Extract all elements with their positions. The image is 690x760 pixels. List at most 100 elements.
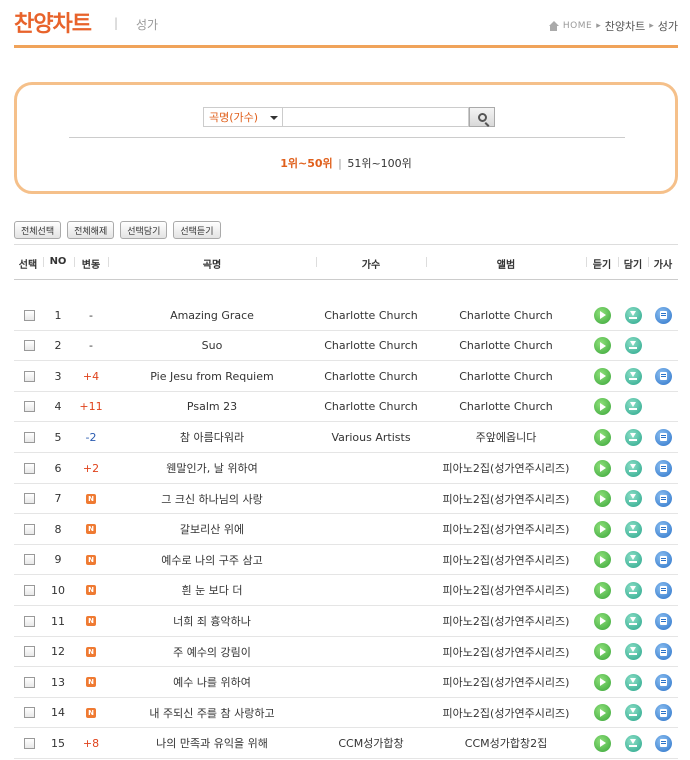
row-album[interactable]: Charlotte Church xyxy=(428,392,584,422)
download-icon[interactable] xyxy=(624,734,642,752)
row-title[interactable]: 참 아름다워라 xyxy=(110,422,314,452)
download-icon[interactable] xyxy=(624,673,642,691)
row-album[interactable]: CCM성가합창2집 xyxy=(428,728,584,758)
download-icon[interactable] xyxy=(624,704,642,722)
play-icon[interactable] xyxy=(593,734,611,752)
row-title[interactable]: 나의 만족과 유익을 위해 xyxy=(110,728,314,758)
row-album[interactable]: Charlotte Church xyxy=(428,331,584,361)
download-icon[interactable] xyxy=(624,581,642,599)
row-checkbox[interactable] xyxy=(23,401,35,413)
row-checkbox[interactable] xyxy=(23,615,35,627)
row-album[interactable]: 피아노2집(성가연주시리즈) xyxy=(428,667,584,697)
row-artist[interactable]: Charlotte Church xyxy=(318,331,424,361)
tab-rank-51-100[interactable]: 51위~100위 xyxy=(347,157,411,170)
download-icon[interactable] xyxy=(624,551,642,569)
play-icon[interactable] xyxy=(593,337,611,355)
row-artist[interactable]: CCM성가합창 xyxy=(318,728,424,758)
download-icon[interactable] xyxy=(624,398,642,416)
row-artist[interactable]: Charlotte Church xyxy=(318,300,424,330)
row-artist[interactable]: Various Artists xyxy=(318,422,424,452)
row-checkbox[interactable] xyxy=(23,309,35,321)
row-checkbox[interactable] xyxy=(23,340,35,352)
lyrics-icon[interactable] xyxy=(654,428,672,446)
play-icon[interactable] xyxy=(593,398,611,416)
lyrics-icon[interactable] xyxy=(654,520,672,538)
lyrics-icon[interactable] xyxy=(654,734,672,752)
row-checkbox[interactable] xyxy=(23,493,35,505)
row-album[interactable]: 피아노2집(성가연주시리즈) xyxy=(428,484,584,514)
download-icon[interactable] xyxy=(624,643,642,661)
row-title[interactable]: Amazing Grace xyxy=(110,300,314,330)
row-album[interactable]: 피아노2집(성가연주시리즈) xyxy=(428,606,584,636)
download-icon[interactable] xyxy=(624,428,642,446)
play-icon[interactable] xyxy=(593,490,611,508)
play-icon[interactable] xyxy=(593,520,611,538)
row-title[interactable]: 갈보리산 위에 xyxy=(110,514,314,544)
play-icon[interactable] xyxy=(593,612,611,630)
search-input[interactable] xyxy=(283,107,469,127)
row-artist[interactable] xyxy=(318,545,424,575)
row-artist[interactable]: Charlotte Church xyxy=(318,361,424,391)
row-checkbox[interactable] xyxy=(23,554,35,566)
add-selected-button[interactable]: 선택담기 xyxy=(120,221,168,239)
row-artist[interactable] xyxy=(318,606,424,636)
row-checkbox[interactable] xyxy=(23,707,35,719)
download-icon[interactable] xyxy=(624,306,642,324)
row-title[interactable]: 그 크신 하나님의 사랑 xyxy=(110,484,314,514)
deselect-all-button[interactable]: 전체해제 xyxy=(67,221,115,239)
row-title[interactable]: 예수로 나의 구주 삼고 xyxy=(110,545,314,575)
row-title[interactable]: 주 예수의 강림이 xyxy=(110,637,314,667)
lyrics-icon[interactable] xyxy=(654,643,672,661)
page-title[interactable]: 찬양차트 xyxy=(14,6,92,38)
row-checkbox[interactable] xyxy=(23,431,35,443)
download-icon[interactable] xyxy=(624,367,642,385)
row-title[interactable]: Psalm 23 xyxy=(110,392,314,422)
row-album[interactable]: 피아노2집(성가연주시리즈) xyxy=(428,453,584,483)
play-icon[interactable] xyxy=(593,367,611,385)
download-icon[interactable] xyxy=(624,612,642,630)
breadcrumb-current[interactable]: 성가 xyxy=(658,18,678,34)
row-title[interactable]: 예수 나를 위하여 xyxy=(110,667,314,697)
search-type-select[interactable]: 곡명(가수) xyxy=(203,107,283,127)
lyrics-icon[interactable] xyxy=(654,612,672,630)
row-title[interactable]: 흰 눈 보다 더 xyxy=(110,575,314,605)
row-title[interactable]: 내 주되신 주를 참 사랑하고 xyxy=(110,698,314,728)
row-album[interactable]: 피아노2집(성가연주시리즈) xyxy=(428,575,584,605)
lyrics-icon[interactable] xyxy=(654,490,672,508)
lyrics-icon[interactable] xyxy=(654,704,672,722)
row-album[interactable]: 피아노2집(성가연주시리즈) xyxy=(428,545,584,575)
download-icon[interactable] xyxy=(624,490,642,508)
row-artist[interactable] xyxy=(318,698,424,728)
play-icon[interactable] xyxy=(593,428,611,446)
row-checkbox[interactable] xyxy=(23,676,35,688)
row-album[interactable]: 피아노2집(성가연주시리즈) xyxy=(428,514,584,544)
row-title[interactable]: Pie Jesu from Requiem xyxy=(110,361,314,391)
row-artist[interactable] xyxy=(318,514,424,544)
lyrics-icon[interactable] xyxy=(654,673,672,691)
row-artist[interactable] xyxy=(318,484,424,514)
play-icon[interactable] xyxy=(593,673,611,691)
row-album[interactable]: 피아노2집(성가연주시리즈) xyxy=(428,698,584,728)
row-album[interactable]: 주앞에옵니다 xyxy=(428,422,584,452)
row-artist[interactable] xyxy=(318,575,424,605)
breadcrumb-home[interactable]: HOME xyxy=(563,21,592,31)
row-title[interactable]: Suo xyxy=(110,331,314,361)
play-icon[interactable] xyxy=(593,643,611,661)
row-checkbox[interactable] xyxy=(23,370,35,382)
play-icon[interactable] xyxy=(593,704,611,722)
row-checkbox[interactable] xyxy=(23,737,35,749)
download-icon[interactable] xyxy=(624,337,642,355)
play-icon[interactable] xyxy=(593,306,611,324)
play-selected-button[interactable]: 선택듣기 xyxy=(173,221,221,239)
search-button[interactable] xyxy=(469,107,495,127)
row-checkbox[interactable] xyxy=(23,523,35,535)
row-artist[interactable] xyxy=(318,667,424,697)
row-album[interactable]: 피아노2집(성가연주시리즈) xyxy=(428,637,584,667)
breadcrumb-chart[interactable]: 찬양차트 xyxy=(605,18,645,34)
lyrics-icon[interactable] xyxy=(654,459,672,477)
play-icon[interactable] xyxy=(593,581,611,599)
row-title[interactable]: 너희 죄 흉악하나 xyxy=(110,606,314,636)
row-checkbox[interactable] xyxy=(23,584,35,596)
tab-rank-1-50[interactable]: 1위~50위 xyxy=(280,157,332,170)
row-title[interactable]: 웬말인가, 날 위하여 xyxy=(110,453,314,483)
